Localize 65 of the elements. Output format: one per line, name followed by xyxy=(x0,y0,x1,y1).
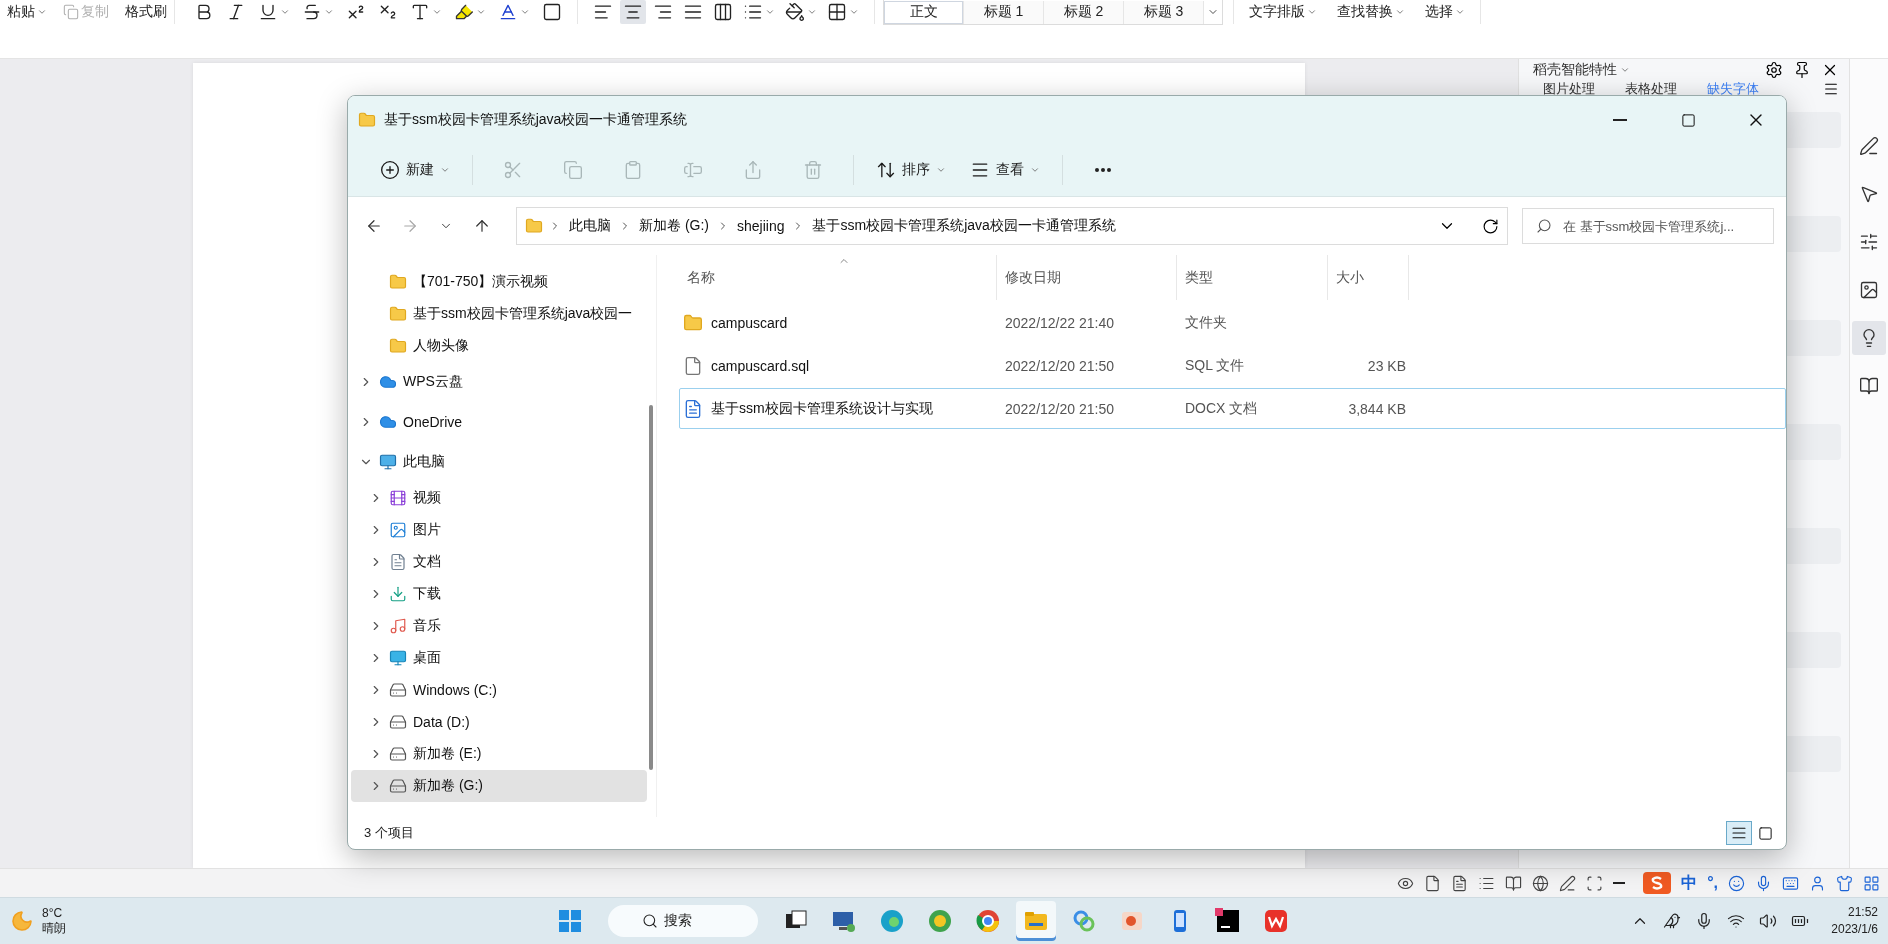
ribbon-menu[interactable]: 选择 xyxy=(1422,0,1468,24)
panel-tab[interactable]: 缺失字体 xyxy=(1707,81,1759,96)
file-size: 23 KB xyxy=(1366,357,1407,374)
file-type: DOCX 文档 xyxy=(1184,399,1259,418)
breadcrumb-item[interactable]: 此电脑 xyxy=(567,217,613,235)
nav-item[interactable]: WPS云盘 xyxy=(351,362,647,402)
style-option[interactable]: 标题 2 xyxy=(1044,0,1124,24)
breadcrumb-item[interactable]: 新加卷 (G:) xyxy=(637,217,711,235)
style-option[interactable]: 标题 3 xyxy=(1124,0,1204,24)
nav-item[interactable]: 音乐 xyxy=(351,610,647,642)
file-size: 3,844 KB xyxy=(1347,400,1407,417)
style-option[interactable]: 标题 1 xyxy=(964,0,1044,24)
command-button[interactable]: 查看 xyxy=(962,152,1048,188)
address-bar[interactable]: 此电脑 新加卷 (G:) shejiing 基于ssm校园卡管理系统java校园一卡通管理系统 xyxy=(516,207,1508,245)
panel-tab[interactable]: 表格处理 xyxy=(1625,81,1677,96)
ribbon-menu[interactable]: 查找替换 xyxy=(1334,0,1408,24)
nav-item[interactable]: 人物头像 xyxy=(351,330,647,362)
item-count: 3 个项目 xyxy=(364,824,415,842)
panel-title: 稻壳智能特性 xyxy=(1533,61,1617,79)
column-header[interactable]: 修改日期 xyxy=(997,255,1177,300)
nav-item[interactable]: 文档 xyxy=(351,546,647,578)
breadcrumb-item[interactable]: 基于ssm校园卡管理系统java校园一卡通管理系统 xyxy=(810,217,1118,235)
file-type: 文件夹 xyxy=(1184,313,1228,332)
file-name: campuscard xyxy=(711,314,788,331)
panel-tab[interactable]: 图片处理 xyxy=(1543,81,1595,96)
nav-item[interactable]: 图片 xyxy=(351,514,647,546)
style-option[interactable]: 正文 xyxy=(884,0,964,24)
ribbon-menu[interactable]: 文字排版 xyxy=(1246,0,1320,24)
nav-item[interactable]: 基于ssm校园卡管理系统java校园一 xyxy=(351,298,647,330)
modified-date: 2022/12/20 21:50 xyxy=(1004,357,1115,374)
file-type: SQL 文件 xyxy=(1184,356,1246,375)
nav-item[interactable]: 视频 xyxy=(351,482,647,514)
nav-item[interactable]: OneDrive xyxy=(351,402,647,442)
nav-item[interactable]: 【701-750】演示视频 xyxy=(351,266,647,298)
file-name: 基于ssm校园卡管理系统设计与实现 xyxy=(711,399,933,418)
weather-condition: 晴朗 xyxy=(42,921,66,936)
nav-item[interactable]: 新加卷 (E:) xyxy=(351,738,647,770)
command-button[interactable]: 新建 xyxy=(372,152,458,188)
modified-date: 2022/12/20 21:50 xyxy=(1004,400,1115,417)
ribbon-button[interactable]: 粘贴 xyxy=(4,0,50,24)
nav-item[interactable]: 下载 xyxy=(351,578,647,610)
column-header[interactable]: 类型 xyxy=(1177,255,1328,300)
nav-item[interactable]: 此电脑 xyxy=(351,442,647,482)
ime-punctuation[interactable]: °, xyxy=(1707,874,1718,892)
file-row[interactable]: 基于ssm校园卡管理系统设计与实现 2022/12/20 21:50 DOCX 文档 3,844 KB xyxy=(679,388,1786,429)
ribbon-button[interactable]: 格式刷 xyxy=(122,0,170,24)
column-header[interactable]: 大小 xyxy=(1328,255,1409,300)
modified-date: 2022/12/22 21:40 xyxy=(1004,314,1115,331)
window-title: 基于ssm校园卡管理系统java校园一卡通管理系统 xyxy=(384,111,689,129)
file-name: campuscard.sql xyxy=(711,357,810,374)
command-button[interactable]: 排序 xyxy=(868,152,954,188)
nav-item[interactable]: 桌面 xyxy=(351,642,647,674)
nav-item[interactable]: Data (D:) xyxy=(351,706,647,738)
column-header[interactable]: 名称 xyxy=(679,255,997,300)
nav-item[interactable]: Windows (C:) xyxy=(351,674,647,706)
file-row[interactable]: campuscard 2022/12/22 21:40 文件夹 xyxy=(679,302,1786,343)
clock-date: 2023/1/6 xyxy=(1831,921,1878,938)
nav-item[interactable]: 新加卷 (G:) xyxy=(351,770,647,802)
clock-time: 21:52 xyxy=(1847,904,1878,921)
temperature: 8°C xyxy=(42,906,64,921)
taskbar-search[interactable]: 搜索 xyxy=(608,905,758,937)
search-field[interactable]: 在 基于ssm校园卡管理系统j... xyxy=(1522,208,1774,244)
ime-mode[interactable]: 中 xyxy=(1681,872,1698,894)
file-row[interactable]: campuscard.sql 2022/12/20 21:50 SQL 文件 23 KB xyxy=(679,345,1786,386)
breadcrumb-item[interactable]: shejiing xyxy=(735,218,787,234)
